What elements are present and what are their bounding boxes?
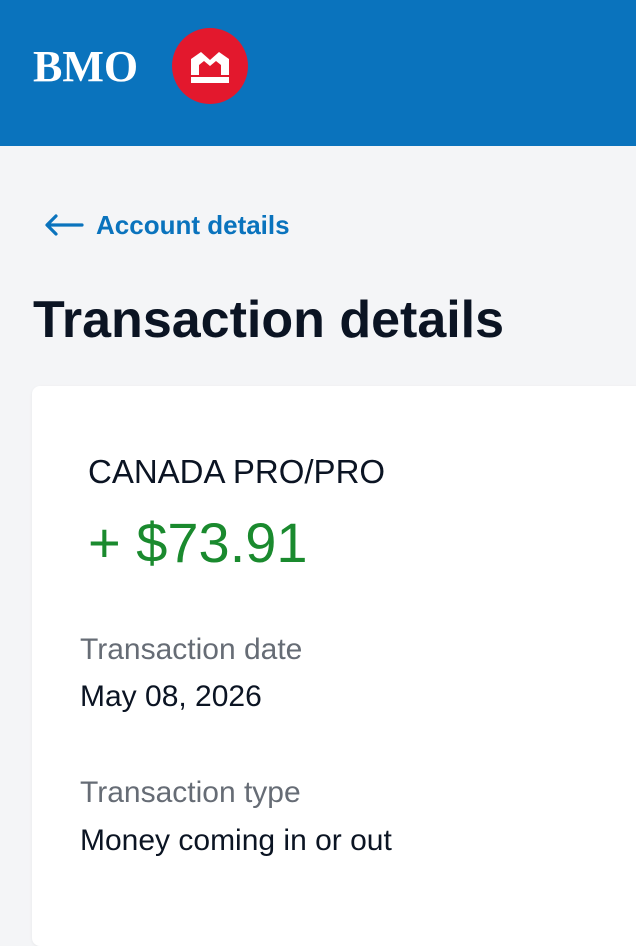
bmo-roundel-icon (172, 28, 248, 104)
transaction-type-value: Money coming in or out (80, 824, 392, 857)
arrow-left-icon (45, 214, 84, 236)
bmo-logo-text: BMO (33, 42, 139, 91)
merchant-name: CANADA PRO/PRO (88, 453, 386, 490)
page-title: Transaction details (33, 291, 505, 349)
back-to-account-details-link[interactable]: Account details (44, 206, 290, 244)
transaction-amount: + $73.91 (88, 511, 308, 574)
app-header: BMO (0, 0, 636, 146)
back-link-label: Account details (96, 210, 290, 240)
transaction-type-label: Transaction type (80, 776, 301, 809)
transaction-date-value: May 08, 2026 (80, 680, 262, 713)
transaction-card: CANADA PRO/PRO + $73.91 Transaction date… (32, 386, 636, 946)
transaction-date-label: Transaction date (80, 633, 303, 666)
